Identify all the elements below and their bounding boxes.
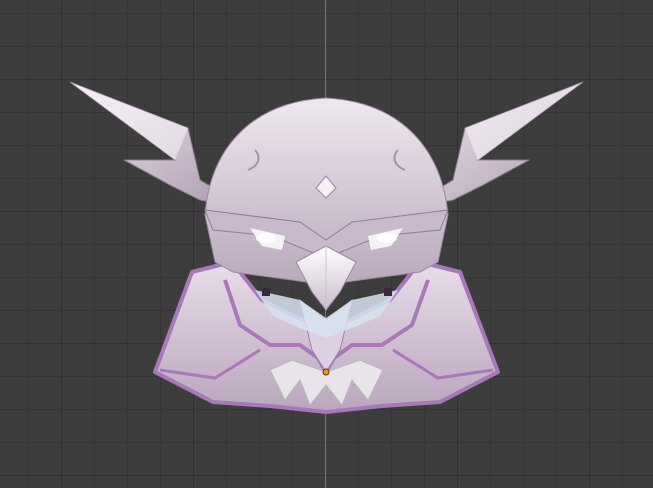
owl-helmet-model[interactable] (0, 0, 653, 488)
3d-viewport[interactable] (0, 0, 653, 488)
origin-point (322, 368, 330, 376)
